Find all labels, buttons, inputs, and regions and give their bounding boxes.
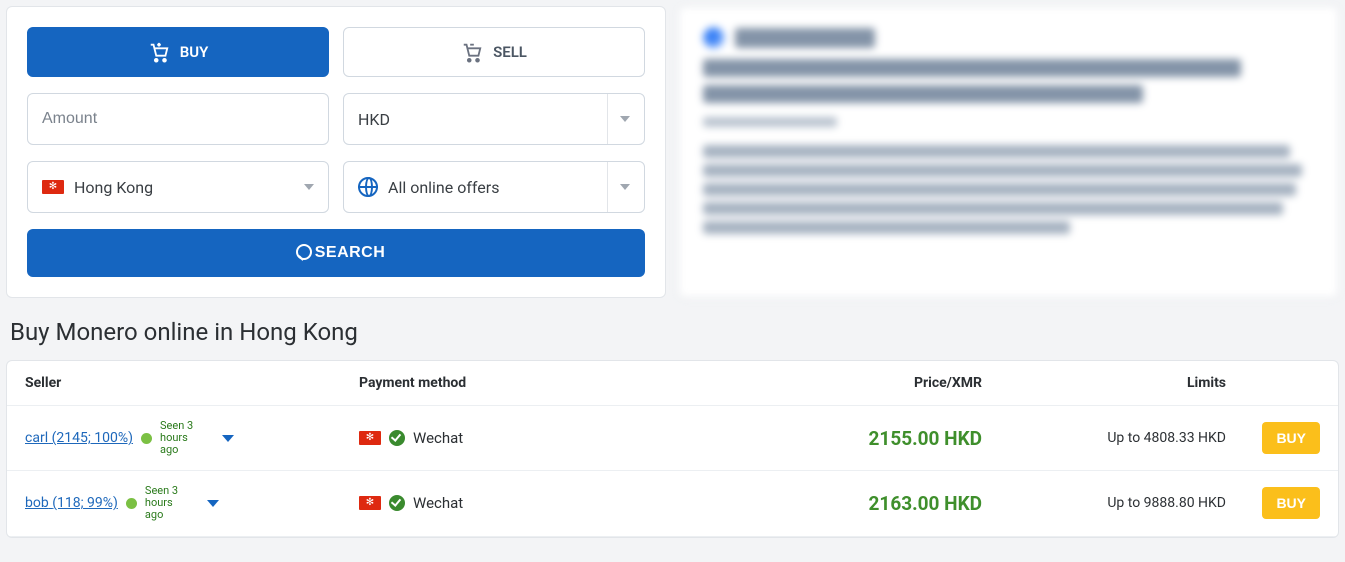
seen-text: Seen 3 hours ago — [145, 485, 189, 521]
search-panel: BUY SELL HKD Hong Kong — [6, 6, 666, 298]
payment-method: Wechat — [413, 494, 463, 512]
seller-link[interactable]: carl (2145; 100%) — [25, 430, 133, 446]
online-status-icon — [141, 433, 152, 444]
amount-field-wrap[interactable] — [27, 93, 329, 145]
verified-icon — [389, 495, 405, 511]
col-seller: Seller — [25, 375, 355, 391]
online-status-icon — [126, 498, 137, 509]
globe-icon — [358, 177, 378, 197]
seen-text: Seen 3 hours ago — [160, 420, 204, 456]
payment-filter-select[interactable]: All online offers — [343, 161, 645, 213]
buy-button[interactable]: BUY — [1262, 422, 1320, 454]
chevron-down-icon — [620, 184, 630, 190]
limits: Up to 9888.80 HKD — [1026, 495, 1226, 511]
buy-button[interactable]: BUY — [1262, 487, 1320, 519]
sell-tab-label: SELL — [493, 43, 527, 61]
price: 2155.00 HKD — [693, 427, 1022, 450]
country-value: Hong Kong — [74, 178, 153, 197]
col-limits: Limits — [1026, 375, 1226, 391]
listings-table: Seller Payment method Price/XMR Limits c… — [6, 360, 1339, 538]
price: 2163.00 HKD — [693, 492, 1022, 515]
col-price: Price/XMR — [693, 375, 1022, 391]
add-cart-icon — [148, 41, 170, 63]
expand-row-icon[interactable] — [222, 435, 234, 442]
buy-tab-label: BUY — [180, 43, 209, 61]
buy-tab[interactable]: BUY — [27, 27, 329, 77]
search-button[interactable]: SEARCH — [27, 229, 645, 277]
news-icon — [703, 27, 725, 49]
remove-cart-icon — [461, 41, 483, 63]
search-icon — [287, 244, 305, 262]
table-row: carl (2145; 100%) Seen 3 hours ago Wecha… — [7, 406, 1338, 471]
chevron-down-icon — [304, 184, 314, 190]
search-button-label: SEARCH — [315, 244, 386, 262]
flag-hk-icon — [359, 431, 381, 445]
table-header: Seller Payment method Price/XMR Limits — [7, 361, 1338, 406]
payment-method: Wechat — [413, 429, 463, 447]
limits: Up to 4808.33 HKD — [1026, 430, 1226, 446]
seller-link[interactable]: bob (118; 99%) — [25, 495, 118, 511]
flag-hk-icon — [42, 180, 64, 194]
sell-tab[interactable]: SELL — [343, 27, 645, 77]
currency-select[interactable]: HKD — [343, 93, 645, 145]
col-payment: Payment method — [359, 375, 689, 391]
country-select[interactable]: Hong Kong — [27, 161, 329, 213]
payment-filter-value: All online offers — [388, 178, 499, 197]
table-row: bob (118; 99%) Seen 3 hours ago Wechat 2… — [7, 471, 1338, 536]
chevron-down-icon — [620, 116, 630, 122]
page-title: Buy Monero online in Hong Kong — [10, 318, 1339, 346]
amount-input[interactable] — [42, 110, 314, 128]
expand-row-icon[interactable] — [207, 500, 219, 507]
flag-hk-icon — [359, 496, 381, 510]
news-panel — [678, 6, 1339, 298]
currency-value: HKD — [358, 110, 390, 129]
verified-icon — [389, 430, 405, 446]
